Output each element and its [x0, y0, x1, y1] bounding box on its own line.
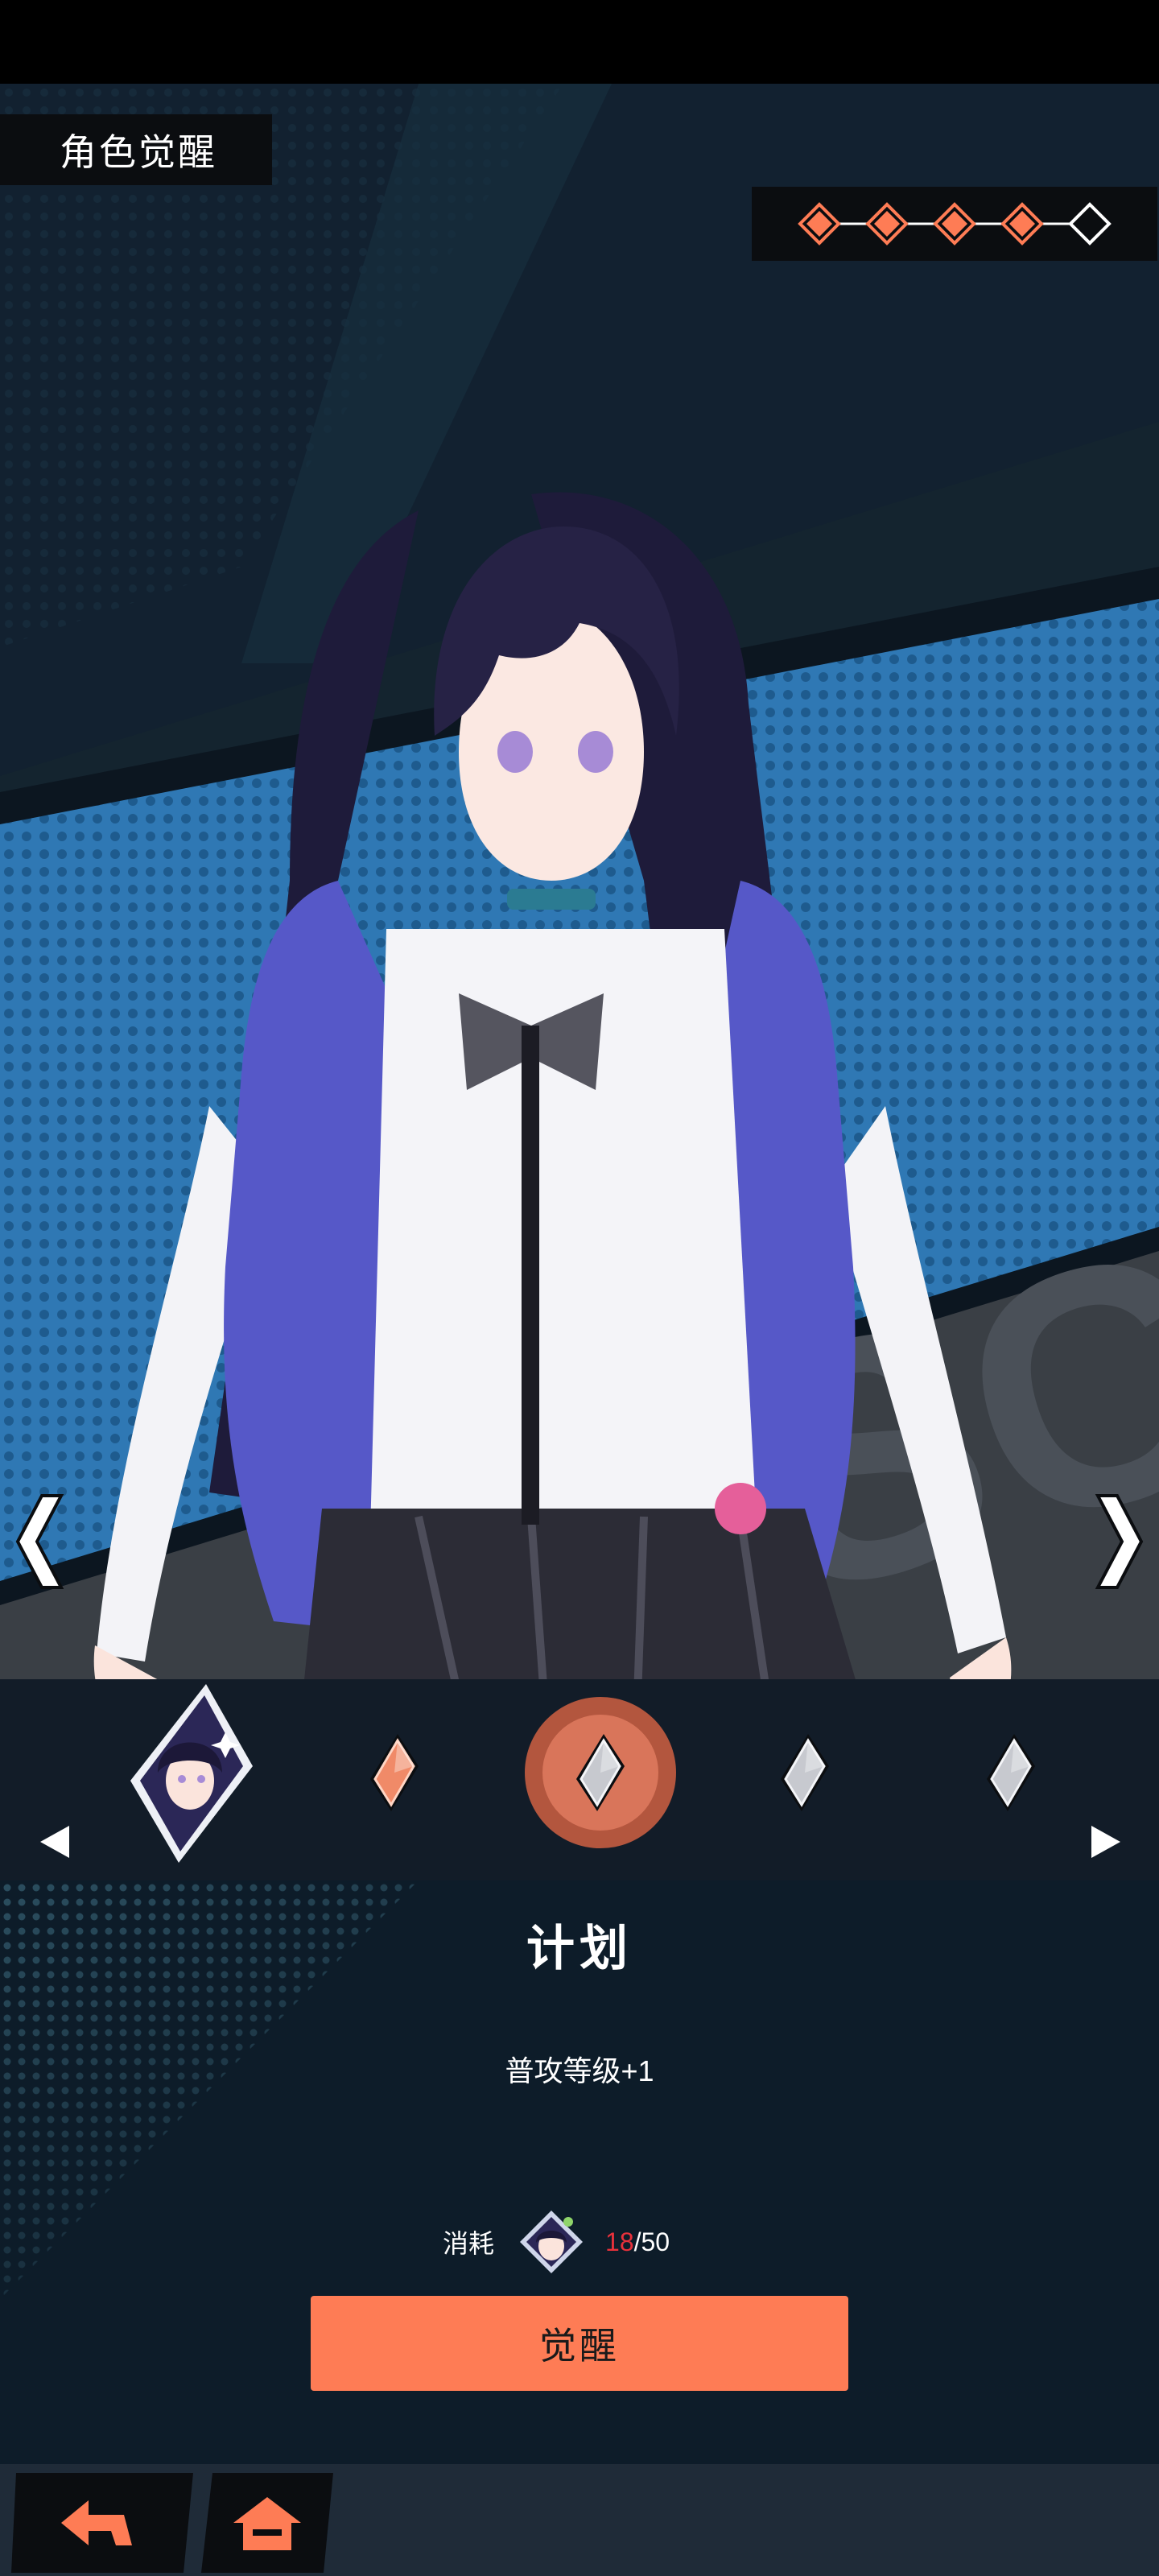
- page-title: 角色觉醒: [0, 114, 272, 185]
- star-filled-icon: [798, 202, 841, 246]
- star-filled-icon: [1000, 202, 1044, 246]
- star-filled-icon: [865, 202, 909, 246]
- awaken-node-gem-selected[interactable]: [525, 1697, 676, 1848]
- awaken-star-rating: [752, 187, 1157, 261]
- home-button[interactable]: [201, 2473, 333, 2573]
- awaken-node-gem-unlocked[interactable]: [370, 1734, 419, 1811]
- awaken-node-portrait[interactable]: [130, 1684, 253, 1863]
- triangle-right-icon[interactable]: [1091, 1826, 1120, 1858]
- back-button[interactable]: [11, 2473, 193, 2573]
- character-stage: ESCAPE: [0, 84, 1159, 1679]
- status-bar: [0, 0, 1159, 84]
- chevron-left-icon[interactable]: [10, 1481, 74, 1602]
- triangle-left-icon[interactable]: [40, 1826, 69, 1858]
- cost-owned-count: 18: [605, 2227, 634, 2256]
- cost-label: 消耗: [443, 2229, 495, 2258]
- cost-row: 消耗 18 / 50: [443, 2202, 670, 2282]
- chevron-right-icon[interactable]: [1085, 1481, 1149, 1602]
- cost-separator: /: [633, 2227, 641, 2256]
- awaken-node-carousel: [0, 1679, 1159, 1880]
- cost-required-count: 50: [641, 2227, 670, 2256]
- character-shard-icon: [520, 2211, 584, 2273]
- star-filled-icon: [933, 202, 976, 246]
- awaken-node-gem-locked[interactable]: [781, 1734, 829, 1811]
- awaken-node-gem-locked[interactable]: [987, 1734, 1035, 1811]
- star-empty-icon: [1068, 202, 1112, 246]
- awaken-button[interactable]: 觉醒: [311, 2296, 848, 2391]
- character-model: [93, 492, 1012, 1679]
- node-title: 计划: [526, 1922, 633, 1975]
- node-description: 普攻等级+1: [505, 2054, 654, 2087]
